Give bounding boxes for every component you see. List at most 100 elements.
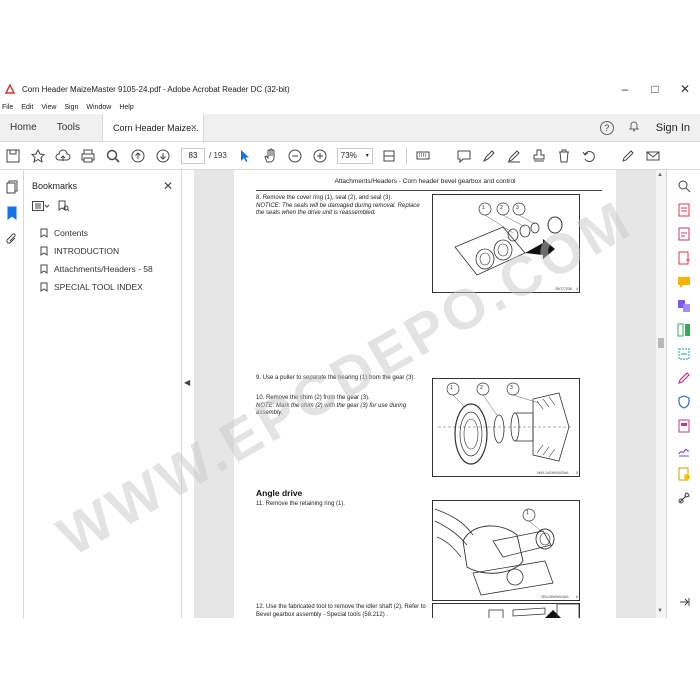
- prepare-form-icon[interactable]: [667, 414, 700, 438]
- tab-tools[interactable]: Tools: [47, 114, 90, 141]
- select-cursor-icon[interactable]: [233, 144, 258, 168]
- bookmark-label: Contents: [54, 228, 89, 238]
- minimize-button[interactable]: –: [610, 78, 640, 100]
- next-page-icon[interactable]: [150, 144, 175, 168]
- bookmarks-panel-icon[interactable]: [0, 200, 24, 226]
- sign-pen-icon[interactable]: [616, 144, 641, 168]
- print-icon[interactable]: [75, 144, 100, 168]
- menu-view[interactable]: View: [41, 104, 56, 111]
- section-angle-drive: Angle drive: [256, 488, 303, 498]
- previous-page-icon[interactable]: [125, 144, 150, 168]
- figure-number: 5: [576, 471, 578, 475]
- more-tools-icon[interactable]: [667, 486, 700, 510]
- hand-tool-icon[interactable]: [258, 144, 283, 168]
- combine-files-icon[interactable]: [667, 294, 700, 318]
- toolbar-divider: [405, 146, 407, 165]
- create-pdf-icon[interactable]: [667, 246, 700, 270]
- collapse-right-panel-icon[interactable]: [667, 590, 700, 614]
- bookmark-item-contents[interactable]: Contents: [24, 224, 181, 242]
- step-9: 9. Use a puller to separate the bearing …: [256, 375, 426, 383]
- fill-sign-icon[interactable]: [667, 366, 700, 390]
- scroll-thumb[interactable]: [658, 338, 664, 348]
- zoom-level-value: 73%: [340, 151, 357, 160]
- scan-ocr-icon[interactable]: [667, 342, 700, 366]
- delete-icon[interactable]: [552, 144, 577, 168]
- bookmark-item-special-tool-index[interactable]: SPECIAL TOOL INDEX: [24, 278, 181, 296]
- sign-in-link[interactable]: Sign In: [656, 122, 690, 134]
- pdf-page: Attachments/Headers - Corn header bevel …: [234, 170, 616, 618]
- step-text: Use a puller to separate the bearing (1)…: [262, 375, 416, 381]
- bookmarks-header: Bookmarks ✕: [24, 176, 181, 196]
- callout-1: 1: [482, 205, 485, 211]
- figure-bearing-gear: NHIL14GH00002AA 5: [432, 378, 580, 477]
- scroll-down-icon[interactable]: ▼: [657, 608, 663, 614]
- page-total: / 193: [209, 151, 227, 160]
- menu-sign[interactable]: Sign: [64, 104, 78, 111]
- callout-3: 3: [510, 385, 513, 391]
- email-icon[interactable]: [641, 144, 666, 168]
- protect-shield-icon[interactable]: [667, 390, 700, 414]
- page-header: Attachments/Headers - Corn header bevel …: [334, 178, 516, 185]
- highlight-pen-icon[interactable]: [477, 144, 502, 168]
- tab-document[interactable]: Corn Header Maize... ×: [102, 114, 205, 141]
- maximize-button[interactable]: □: [640, 78, 670, 100]
- bookmark-item-introduction[interactable]: INTRODUCTION: [24, 242, 181, 260]
- page-number-input[interactable]: 83: [181, 147, 205, 164]
- request-signature-icon[interactable]: [667, 438, 700, 462]
- zoom-level-select[interactable]: 73% ▾: [336, 147, 373, 164]
- bookmark-label: INTRODUCTION: [54, 246, 120, 256]
- chevron-down-icon: ▾: [365, 153, 369, 159]
- callout-1: 1: [526, 510, 529, 516]
- figure-id: NHIL14GH00002AA: [537, 471, 569, 475]
- bookmark-star-icon[interactable]: [25, 144, 50, 168]
- options-menu-icon[interactable]: [32, 200, 50, 214]
- notifications-icon[interactable]: [628, 120, 640, 135]
- save-icon[interactable]: [0, 144, 25, 168]
- step-number: 11.: [256, 501, 264, 507]
- zoom-tools-icon[interactable]: [667, 174, 700, 198]
- menu-edit[interactable]: Edit: [21, 104, 33, 111]
- send-for-review-icon[interactable]: [667, 462, 700, 486]
- menu-window[interactable]: Window: [86, 104, 111, 111]
- main-toolbar: 83 / 193 73% ▾: [0, 142, 700, 170]
- idler-shaft-illustration: [488, 604, 579, 618]
- organize-pages-icon[interactable]: [667, 318, 700, 342]
- menu-help[interactable]: Help: [119, 104, 133, 111]
- window-title: Corn Header MaizeMaster 9105-24.pdf - Ad…: [22, 84, 290, 94]
- step-11: 11. Remove the retaining ring (1).: [256, 501, 426, 509]
- undo-icon[interactable]: [577, 144, 602, 168]
- tab-close-button[interactable]: ×: [191, 122, 197, 134]
- menu-file[interactable]: File: [2, 104, 13, 111]
- vertical-scrollbar[interactable]: ▲ ▼: [656, 170, 666, 618]
- collapse-panel-arrow-icon[interactable]: ◀: [184, 378, 190, 387]
- search-icon[interactable]: [100, 144, 125, 168]
- bookmark-item-attachments-headers[interactable]: Attachments/Headers - 58: [24, 260, 181, 278]
- comment-tool-icon[interactable]: [667, 270, 700, 294]
- close-panel-button[interactable]: ✕: [163, 179, 173, 193]
- tab-home[interactable]: Home: [0, 114, 47, 141]
- zoom-in-icon[interactable]: [308, 144, 333, 168]
- document-viewport[interactable]: Attachments/Headers - Corn header bevel …: [194, 170, 656, 618]
- export-pdf-icon[interactable]: [667, 198, 700, 222]
- close-window-button[interactable]: ✕: [670, 78, 700, 100]
- stamp-icon[interactable]: [527, 144, 552, 168]
- bookmarks-toolbar: [24, 196, 181, 218]
- upload-cloud-icon[interactable]: [50, 144, 75, 168]
- draw-pen-icon[interactable]: [502, 144, 527, 168]
- keyboard-icon[interactable]: [411, 144, 436, 168]
- edit-pdf-icon[interactable]: [667, 222, 700, 246]
- help-icon[interactable]: ?: [599, 120, 614, 135]
- scroll-up-icon[interactable]: ▲: [657, 172, 663, 178]
- page-thumbnails-icon[interactable]: [0, 174, 24, 200]
- page-fit-icon[interactable]: [377, 144, 402, 168]
- find-bookmark-icon[interactable]: [58, 200, 70, 215]
- callout-2: 2: [500, 205, 503, 211]
- step-text: Remove the cover ring (1), seal (2), and…: [262, 195, 393, 201]
- step-number: 10.: [256, 395, 265, 401]
- zoom-out-icon[interactable]: [283, 144, 308, 168]
- attachments-icon[interactable]: [0, 226, 24, 252]
- figure-number: 6: [576, 595, 578, 599]
- comment-icon[interactable]: [452, 144, 477, 168]
- seal-assembly-illustration: [454, 202, 563, 276]
